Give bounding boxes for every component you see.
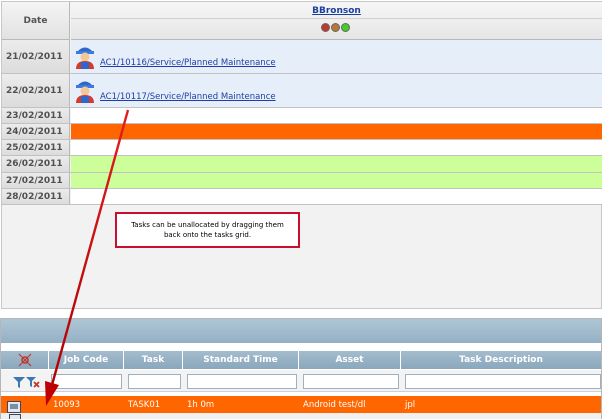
standard-time-filter-input[interactable] (187, 374, 297, 389)
grid-gap (1, 343, 601, 351)
header-job-code[interactable]: Job Code (49, 351, 124, 369)
filter-icon[interactable] (13, 374, 25, 393)
date-column-header: Date (2, 2, 70, 40)
green-light-icon (341, 23, 350, 32)
calendar-row: 21/02/2011 AC1/10116/Service/Planned Main… (2, 40, 602, 74)
allocated-task[interactable]: AC1/10116/Service/Planned Maintenance (74, 43, 276, 69)
allocation-slot[interactable] (71, 140, 602, 155)
job-code-filter-input[interactable] (51, 374, 122, 389)
allocation-slot[interactable] (71, 124, 602, 139)
date-cell: 22/02/2011 (2, 74, 70, 107)
cell-task-description: jpl (405, 399, 416, 410)
task-link[interactable]: AC1/10117/Service/Planned Maintenance (100, 92, 276, 102)
status-lights (321, 23, 350, 32)
calendar-row: 22/02/2011 AC1/10117/Service/Planned Main… (2, 74, 602, 108)
header-task-description[interactable]: Task Description (401, 351, 601, 369)
callout-line-1: Tasks can be unallocated by dragging the… (131, 221, 284, 229)
calendar-row: 28/02/2011 (2, 189, 602, 205)
resource-column-header: BBronson (71, 2, 602, 40)
column-options-icon[interactable] (1, 351, 49, 369)
header-task[interactable]: Task (124, 351, 183, 369)
cell-job-code: 10093 (53, 399, 81, 410)
allocation-slot[interactable] (71, 189, 602, 204)
date-cell: 25/02/2011 (2, 140, 70, 155)
engineer-icon (74, 43, 96, 69)
task-link[interactable]: AC1/10116/Service/Planned Maintenance (100, 58, 276, 68)
grid-header-row: Job Code Task Standard Time Asset Task D… (1, 351, 601, 369)
header-divider (71, 18, 602, 19)
task-filter-input[interactable] (128, 374, 181, 389)
date-cell: 27/02/2011 (2, 173, 70, 188)
header-asset[interactable]: Asset (299, 351, 401, 369)
clear-filter-icon[interactable] (26, 374, 40, 393)
date-cell: 28/02/2011 (2, 189, 70, 204)
calendar-row: 27/02/2011 (2, 173, 602, 189)
date-cell: 24/02/2011 (2, 124, 70, 139)
asset-filter-input[interactable] (303, 374, 399, 389)
allocation-slot[interactable] (71, 108, 602, 123)
calendar-row: 24/02/2011 (2, 124, 602, 140)
allocation-slot[interactable] (71, 173, 602, 188)
allocated-task[interactable]: AC1/10117/Service/Planned Maintenance (74, 77, 276, 103)
grid-filter-row (1, 370, 601, 392)
task-row-icon-2 (9, 414, 21, 419)
date-cell: 26/02/2011 (2, 156, 70, 172)
date-cell: 21/02/2011 (2, 40, 70, 73)
cell-task: TASK01 (128, 399, 161, 410)
tasks-grid: Job Code Task Standard Time Asset Task D… (0, 318, 602, 419)
callout-line-2: back onto the tasks grid. (163, 231, 252, 239)
cell-asset: Android test/dl (303, 399, 366, 410)
calendar-row: 23/02/2011 (2, 108, 602, 124)
allocation-slot[interactable]: AC1/10117/Service/Planned Maintenance (71, 74, 602, 107)
allocation-slot[interactable] (71, 156, 602, 172)
cell-standard-time: 1h 0m (187, 399, 215, 410)
header-standard-time[interactable]: Standard Time (183, 351, 299, 369)
allocation-calendar: Date BBronson 21/02/2011 AC1/10116/Servic… (1, 1, 602, 309)
table-row[interactable]: 10093 TASK01 1h 0m Android test/dl jpl (1, 396, 601, 413)
engineer-icon (74, 77, 96, 103)
callout-note: Tasks can be unallocated by dragging the… (115, 212, 300, 248)
amber-light-icon (331, 23, 340, 32)
calendar-row: 26/02/2011 (2, 156, 602, 173)
date-cell: 23/02/2011 (2, 108, 70, 123)
resource-name-link[interactable]: BBronson (71, 6, 602, 16)
grid-title-bar (1, 319, 601, 343)
calendar-row: 25/02/2011 (2, 140, 602, 156)
task-description-filter-input[interactable] (405, 374, 601, 389)
allocation-slot[interactable]: AC1/10116/Service/Planned Maintenance (71, 40, 602, 73)
table-row-partial (1, 413, 601, 419)
red-light-icon (321, 23, 330, 32)
